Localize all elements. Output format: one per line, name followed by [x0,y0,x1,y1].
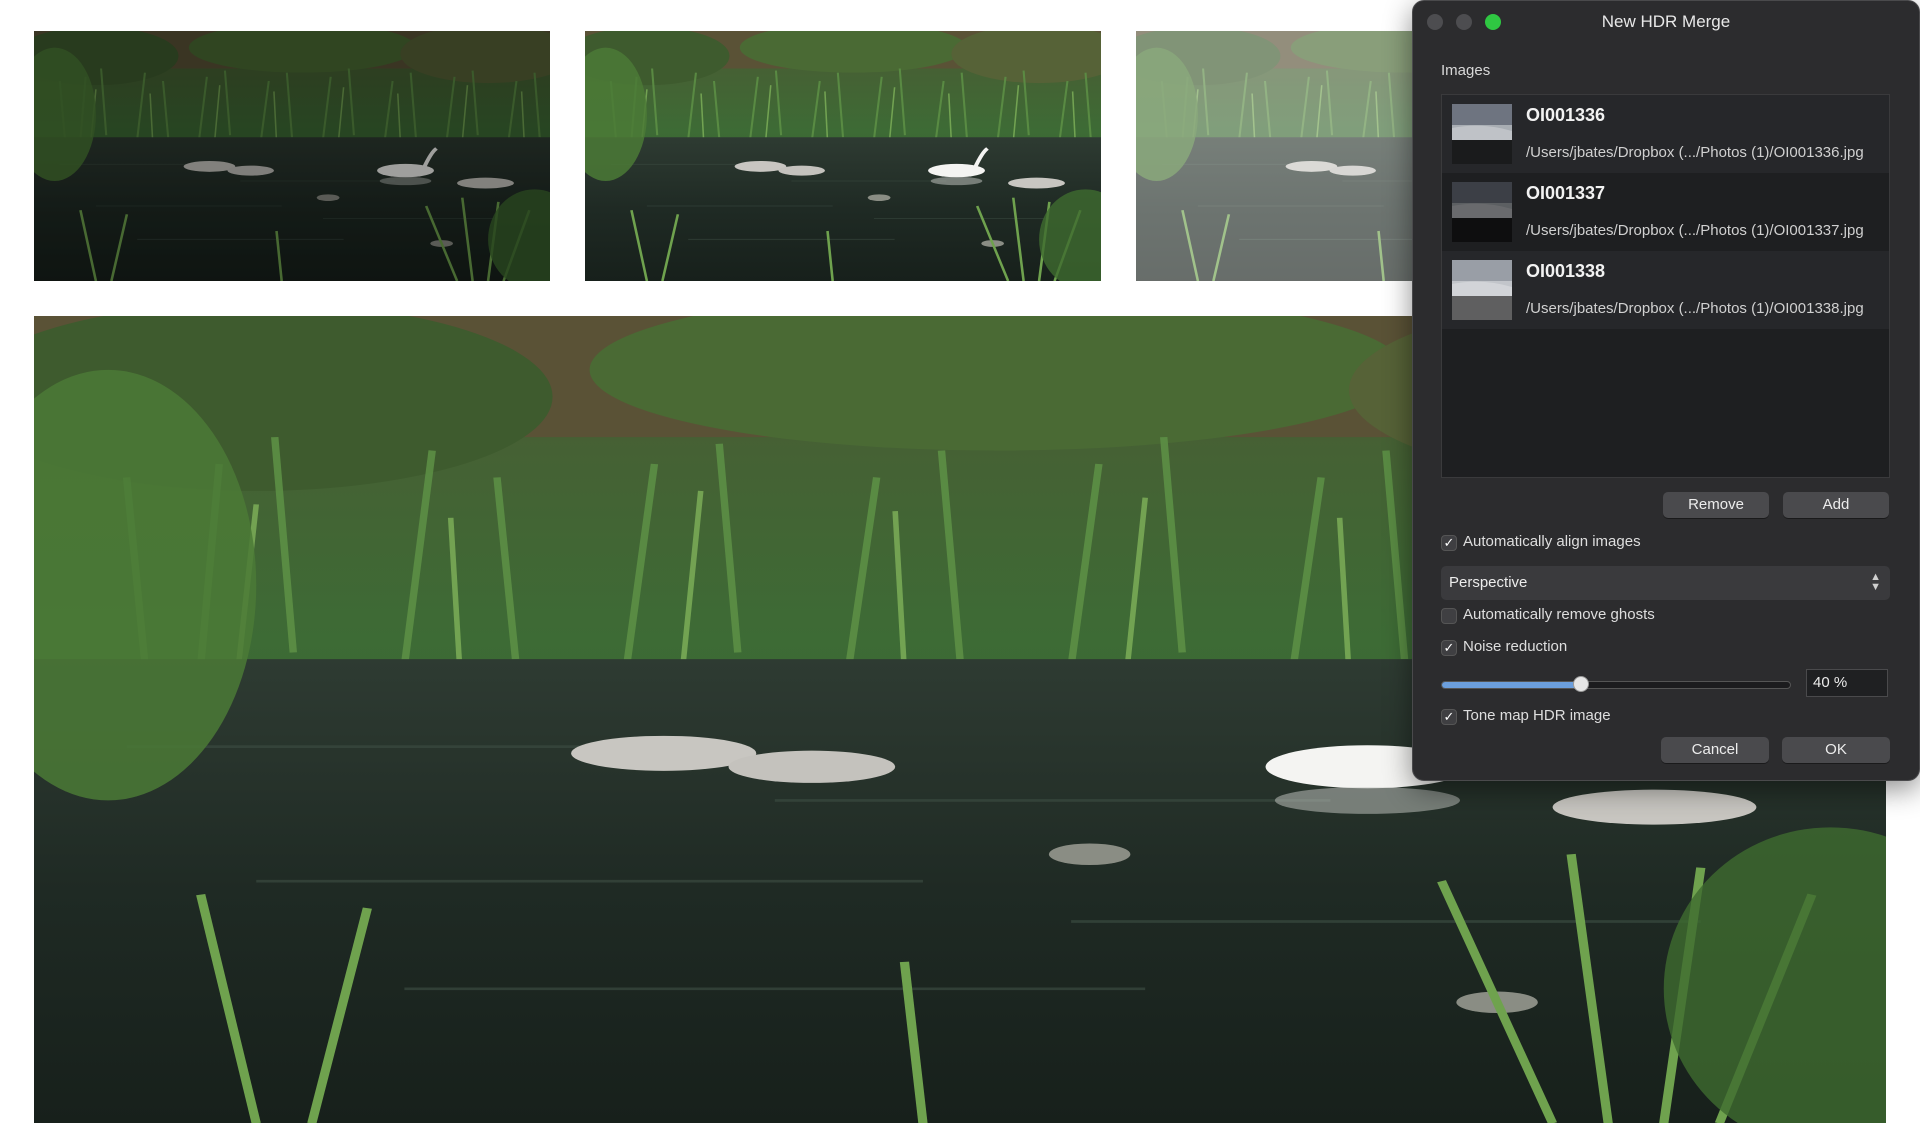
align-images-label: Automatically align images [1463,533,1641,550]
remove-ghosts-label: Automatically remove ghosts [1463,606,1655,623]
ok-button[interactable]: OK [1782,737,1890,763]
align-images-checkbox[interactable]: ✓ [1441,535,1457,551]
title-bar: New HDR Merge [1413,1,1919,43]
remove-button[interactable]: Remove [1663,492,1769,518]
bracket-photo-bright[interactable] [1136,31,1426,281]
image-name: OI001336 [1526,105,1606,125]
tone-map-checkbox[interactable]: ✓ [1441,709,1457,725]
dialog-title: New HDR Merge [1601,12,1731,31]
hdr-merge-dialog: New HDR Merge Images OI001336 /Users/jba… [1412,0,1920,781]
noise-reduction-value-field[interactable]: 40 % [1806,669,1888,697]
image-thumbnail [1452,104,1512,164]
noise-reduction-label: Noise reduction [1463,638,1568,655]
slider-fill [1442,682,1582,688]
image-name: OI001338 [1526,261,1606,281]
bracket-photo-dark[interactable] [34,31,550,281]
noise-reduction-slider[interactable] [1441,676,1791,692]
add-button[interactable]: Add [1783,492,1889,518]
noise-reduction-checkbox[interactable]: ✓ [1441,640,1457,656]
slider-thumb[interactable] [1573,676,1590,692]
tone-map-label: Tone map HDR image [1463,707,1611,724]
image-thumbnail [1452,260,1512,320]
image-path: /Users/jbates/Dropbox (.../Photos (1)/OI… [1526,144,1864,161]
checkmark-icon: ✓ [1443,535,1455,550]
image-path: /Users/jbates/Dropbox (.../Photos (1)/OI… [1526,300,1864,317]
images-section-label: Images [1441,62,1491,79]
list-item[interactable]: OI001336 /Users/jbates/Dropbox (.../Phot… [1442,95,1889,173]
cancel-button[interactable]: Cancel [1661,737,1769,763]
checkmark-icon: ✓ [1443,640,1455,655]
list-item[interactable]: OI001337 /Users/jbates/Dropbox (.../Phot… [1442,173,1889,251]
image-list[interactable]: OI001336 /Users/jbates/Dropbox (.../Phot… [1441,94,1890,478]
updown-chevron-icon: ▲ ▼ [1870,571,1881,593]
bracket-photo-normal[interactable] [585,31,1101,281]
list-item[interactable]: OI001338 /Users/jbates/Dropbox (.../Phot… [1442,251,1889,329]
alignment-mode-select[interactable]: Perspective ▲ ▼ [1441,566,1890,600]
checkmark-icon: ✓ [1443,709,1455,724]
remove-ghosts-checkbox[interactable] [1441,608,1457,624]
alignment-mode-value: Perspective [1449,574,1528,591]
image-path: /Users/jbates/Dropbox (.../Photos (1)/OI… [1526,222,1864,239]
image-thumbnail [1452,182,1512,242]
image-name: OI001337 [1526,183,1606,203]
